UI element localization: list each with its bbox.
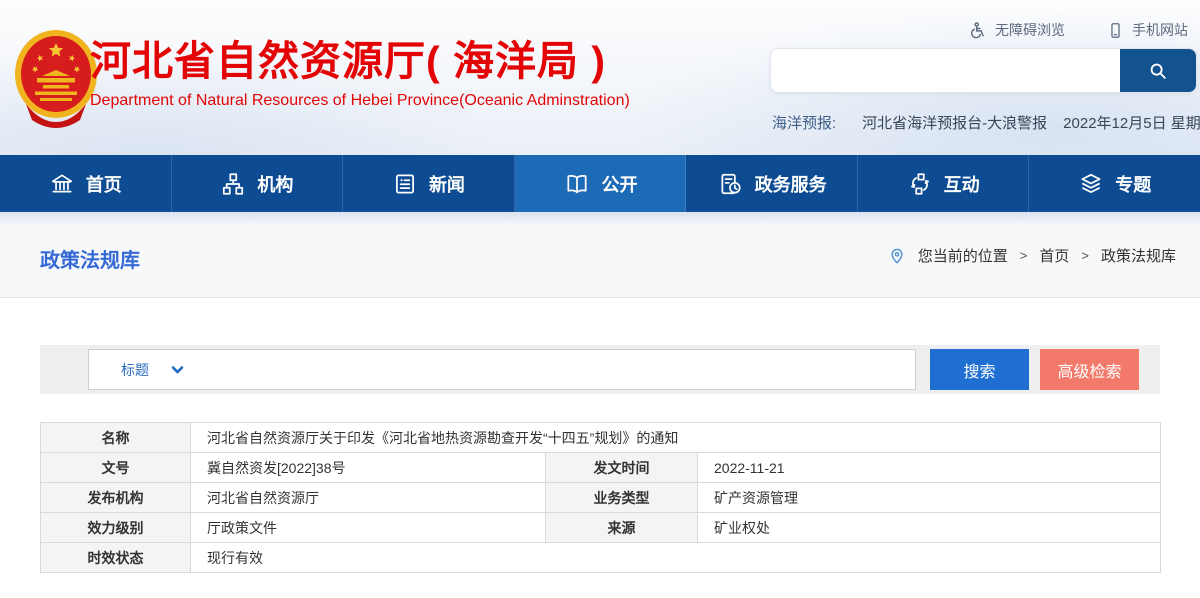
- site-subtitle: Department of Natural Resources of Hebei…: [90, 92, 630, 110]
- header-search-box: [770, 48, 1197, 93]
- brand-block: 河北省自然资源厅( 海洋局 ) Department of Natural Re…: [90, 38, 630, 110]
- field-selector-dropdown[interactable]: 标题: [121, 360, 184, 380]
- site-header: 河北省自然资源厅( 海洋局 ) Department of Natural Re…: [0, 0, 1200, 155]
- search-icon: [1147, 60, 1169, 82]
- chevron-down-icon: [171, 365, 184, 375]
- field-label-source: 来源: [546, 513, 698, 543]
- organization-icon: [220, 171, 246, 197]
- field-value-name: 河北省自然资源厅关于印发《河北省地热资源勘查开发“十四五”规划》的通知: [191, 423, 1161, 453]
- forecast-date: 2022年12月5日 星期一: [1063, 112, 1200, 133]
- nav-item-interaction[interactable]: 互动: [858, 155, 1030, 212]
- nav-item-home[interactable]: 首页: [0, 155, 172, 212]
- field-selector-label: 标题: [121, 360, 149, 380]
- field-value-issue-date: 2022-11-21: [698, 453, 1161, 483]
- nav-label: 政务服务: [755, 171, 827, 197]
- site-title: 河北省自然资源厅( 海洋局 ): [90, 38, 630, 84]
- breadcrumb: 您当前的位置 > 首页 > 政策法规库: [888, 245, 1176, 266]
- nav-label: 机构: [257, 171, 293, 197]
- search-button[interactable]: 搜索: [930, 349, 1029, 390]
- location-pin-icon: [888, 247, 906, 265]
- breadcrumb-location-label: 您当前的位置: [918, 245, 1008, 266]
- ocean-forecast-bar: 海洋预报: 河北省海洋预报台-大浪警报 2022年12月5日 星期一: [772, 112, 1200, 133]
- nav-label: 专题: [1115, 171, 1151, 197]
- nav-label: 公开: [602, 171, 638, 197]
- table-row-publisher-type: 发布机构 河北省自然资源厅 业务类型 矿产资源管理: [41, 483, 1161, 513]
- field-label-effect-level: 效力级别: [41, 513, 191, 543]
- breadcrumb-item-home[interactable]: 首页: [1039, 245, 1069, 266]
- open-book-icon: [563, 171, 591, 197]
- header-search-button[interactable]: [1120, 49, 1196, 92]
- top-utility-links: 无障碍浏览 手机网站: [968, 20, 1188, 40]
- nav-label: 首页: [86, 171, 122, 197]
- forecast-content-link[interactable]: 河北省海洋预报台-大浪警报: [862, 112, 1047, 133]
- field-value-source: 矿业权处: [698, 513, 1161, 543]
- breadcrumb-separator: >: [1020, 248, 1028, 263]
- main-nav: 首页 机构 新闻 公开: [0, 155, 1200, 212]
- mobile-site-label: 手机网站: [1132, 20, 1188, 40]
- home-icon: [49, 171, 75, 197]
- field-value-publisher: 河北省自然资源厅: [191, 483, 546, 513]
- table-row-docnumber-date: 文号 冀自然资发[2022]38号 发文时间 2022-11-21: [41, 453, 1161, 483]
- table-row-name: 名称 河北省自然资源厅关于印发《河北省地热资源勘查开发“十四五”规划》的通知: [41, 423, 1161, 453]
- table-row-validity: 时效状态 现行有效: [41, 543, 1161, 573]
- field-value-effect-level: 厅政策文件: [191, 513, 546, 543]
- search-field-box[interactable]: 标题: [88, 349, 916, 390]
- nav-item-news[interactable]: 新闻: [343, 155, 515, 212]
- nav-item-topics[interactable]: 专题: [1029, 155, 1200, 212]
- field-value-business-type: 矿产资源管理: [698, 483, 1161, 513]
- field-label-doc-number: 文号: [41, 453, 191, 483]
- field-label-business-type: 业务类型: [546, 483, 698, 513]
- topics-icon: [1078, 171, 1104, 197]
- header-search-input[interactable]: [771, 49, 1120, 92]
- nav-label: 互动: [944, 171, 980, 197]
- advanced-search-button[interactable]: 高级检索: [1040, 349, 1139, 390]
- nav-item-disclosure[interactable]: 公开: [515, 155, 687, 212]
- services-icon: [717, 171, 744, 197]
- nav-item-services[interactable]: 政务服务: [686, 155, 858, 212]
- field-label-publisher: 发布机构: [41, 483, 191, 513]
- breadcrumb-item-current[interactable]: 政策法规库: [1101, 245, 1176, 266]
- mobile-phone-icon: [1107, 21, 1124, 40]
- policy-search-bar: 标题 搜索 高级检索: [40, 345, 1160, 394]
- breadcrumb-separator: >: [1081, 248, 1089, 263]
- breadcrumb-band: 政策法规库 您当前的位置 > 首页 > 政策法规库: [0, 212, 1200, 298]
- national-emblem-logo: [10, 28, 102, 128]
- accessibility-label: 无障碍浏览: [995, 20, 1065, 40]
- nav-label: 新闻: [429, 171, 465, 197]
- interaction-icon: [907, 171, 933, 197]
- policy-detail-table: 名称 河北省自然资源厅关于印发《河北省地热资源勘查开发“十四五”规划》的通知 文…: [40, 422, 1161, 573]
- table-row-level-source: 效力级别 厅政策文件 来源 矿业权处: [41, 513, 1161, 543]
- accessibility-link[interactable]: 无障碍浏览: [968, 20, 1065, 40]
- forecast-label: 海洋预报:: [772, 112, 836, 133]
- field-label-validity: 时效状态: [41, 543, 191, 573]
- news-icon: [392, 171, 418, 197]
- page: 河北省自然资源厅( 海洋局 ) Department of Natural Re…: [0, 0, 1200, 598]
- page-title: 政策法规库: [40, 244, 140, 273]
- nav-item-organization[interactable]: 机构: [172, 155, 344, 212]
- mobile-site-link[interactable]: 手机网站: [1107, 20, 1188, 40]
- field-value-doc-number: 冀自然资发[2022]38号: [191, 453, 546, 483]
- field-label-name: 名称: [41, 423, 191, 453]
- accessibility-icon: [968, 21, 987, 40]
- field-label-issue-date: 发文时间: [546, 453, 698, 483]
- field-value-validity: 现行有效: [191, 543, 1161, 573]
